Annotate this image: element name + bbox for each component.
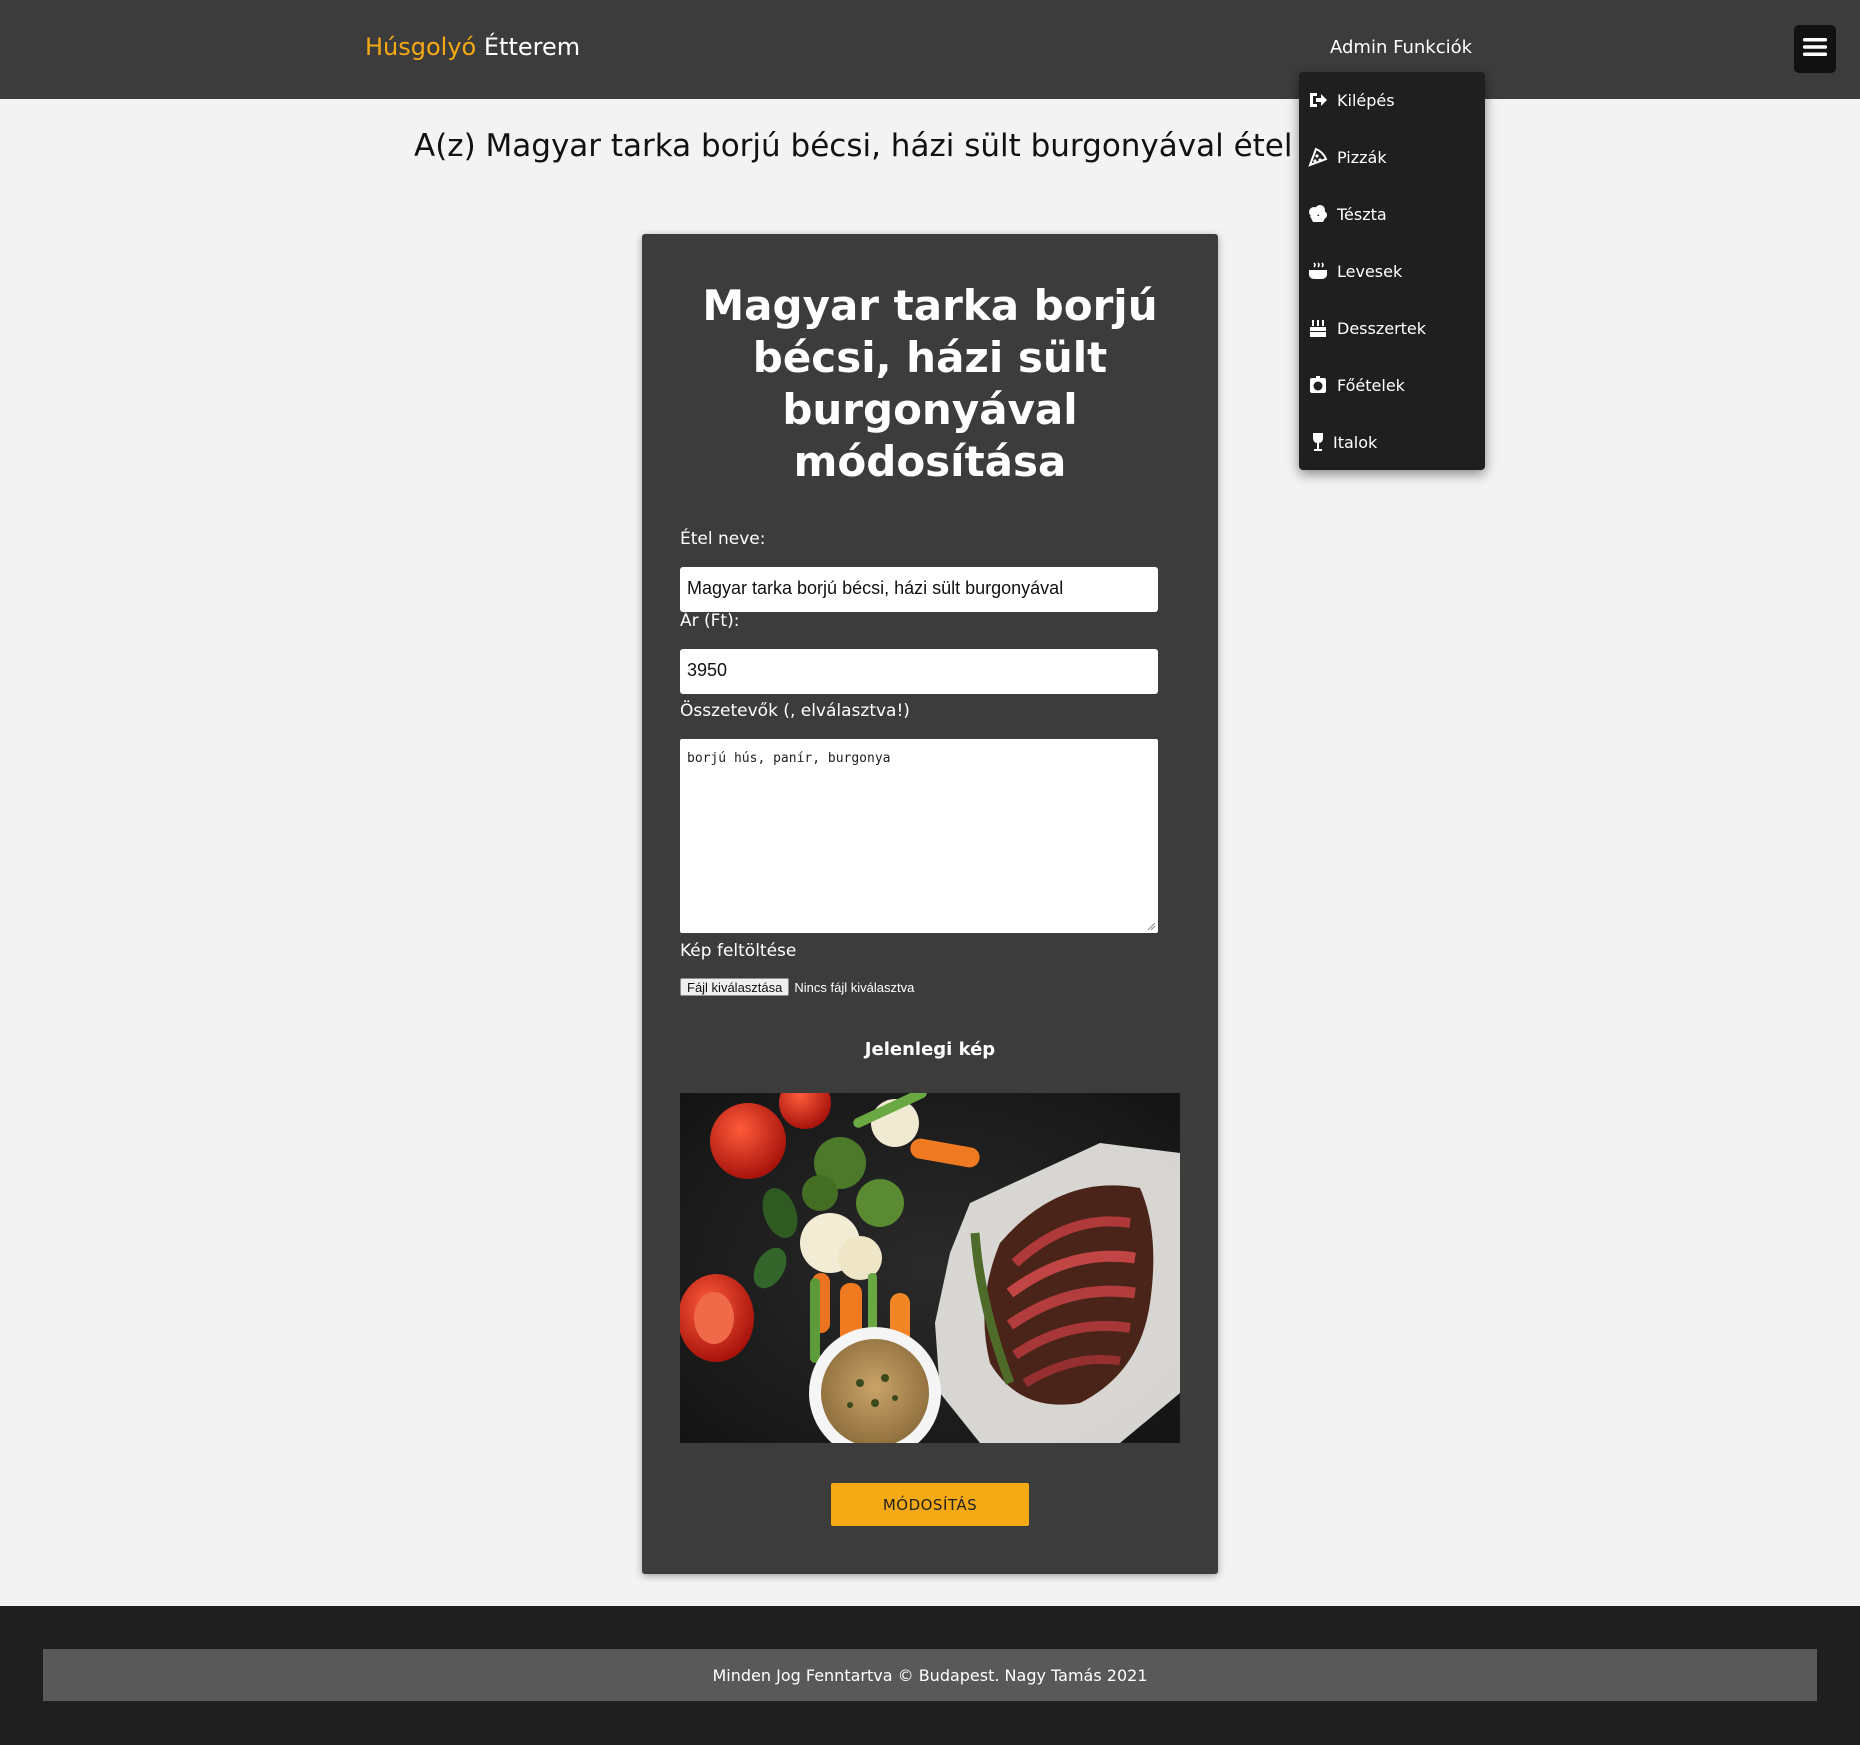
dropdown-item-label: Főételek xyxy=(1337,375,1405,395)
dropdown-item-soups[interactable]: Levesek xyxy=(1299,251,1485,291)
pasta-icon xyxy=(1307,203,1329,225)
brand-accent-text: Húsgolyó xyxy=(365,33,477,61)
dropdown-item-label: Levesek xyxy=(1337,261,1403,281)
resize-grip-icon[interactable] xyxy=(1146,921,1156,931)
dropdown-item-label: Pizzák xyxy=(1337,147,1387,167)
dropdown-item-desserts[interactable]: Desszertek xyxy=(1299,308,1485,348)
main-dish-icon xyxy=(1307,374,1329,396)
dropdown-item-pizzas[interactable]: Pizzák xyxy=(1299,137,1485,177)
dropdown-item-drinks[interactable]: Italok xyxy=(1299,422,1485,462)
modify-submit-button[interactable]: MÓDOSÍTÁS xyxy=(831,1483,1029,1526)
choose-file-button[interactable]: Fájl kiválasztása xyxy=(680,978,790,996)
form-title: Magyar tarka borjú bécsi, házi sült burg… xyxy=(702,281,1158,486)
file-status-text: Nincs fájl kiválasztva xyxy=(794,979,915,995)
hamburger-menu-icon xyxy=(1802,36,1828,62)
brand-rest-text: Étterem xyxy=(483,33,581,61)
admin-dropdown-menu: Kilépés Pizzák Tészta Levesek Desszertek… xyxy=(1299,72,1485,470)
dropdown-item-pasta[interactable]: Tészta xyxy=(1299,194,1485,234)
upload-label: Kép feltöltése xyxy=(680,941,797,961)
price-input[interactable]: 3950 xyxy=(680,649,1158,694)
hamburger-menu-button[interactable] xyxy=(1794,25,1836,73)
dropdown-item-main-dishes[interactable]: Főételek xyxy=(1299,365,1485,405)
logout-icon xyxy=(1307,89,1329,111)
footer-copyright: Minden Jog Fenntartva © Budapest. Nagy T… xyxy=(43,1649,1817,1701)
soup-icon xyxy=(1307,260,1329,282)
dropdown-item-label: Desszertek xyxy=(1337,318,1427,338)
ingredients-text: borjú hús, panír, burgonya xyxy=(687,751,891,766)
ingredients-label: Összetevők (, elválasztva!) xyxy=(680,701,910,721)
ingredients-textarea[interactable]: borjú hús, panír, burgonya xyxy=(680,739,1158,933)
dropdown-item-label: Kilépés xyxy=(1337,90,1395,110)
cake-icon xyxy=(1307,317,1329,339)
brand-logo[interactable]: Húsgolyó Étterem xyxy=(365,33,580,61)
file-input: Fájl kiválasztása Nincs fájl kiválasztva xyxy=(680,978,914,996)
price-label: Ár (Ft): xyxy=(680,611,740,631)
food-name-input[interactable]: Magyar tarka borjú bécsi, házi sült burg… xyxy=(680,567,1158,612)
top-navbar: Húsgolyó Étterem Admin Funkciók xyxy=(0,0,1860,99)
wine-glass-icon xyxy=(1307,431,1329,453)
page-heading: A(z) Magyar tarka borjú bécsi, házi sült… xyxy=(414,128,1299,164)
page-footer: Minden Jog Fenntartva © Budapest. Nagy T… xyxy=(0,1606,1860,1745)
edit-food-card: Magyar tarka borjú bécsi, házi sült burg… xyxy=(642,234,1218,1574)
current-food-image xyxy=(680,1093,1180,1443)
dropdown-item-label: Tészta xyxy=(1337,204,1387,224)
dropdown-item-label: Italok xyxy=(1333,432,1378,452)
food-name-label: Étel neve: xyxy=(680,529,766,549)
current-image-label: Jelenlegi kép xyxy=(864,1039,996,1060)
dropdown-item-logout[interactable]: Kilépés xyxy=(1299,80,1485,120)
admin-functions-link[interactable]: Admin Funkciók xyxy=(1330,37,1472,58)
pizza-icon xyxy=(1307,146,1329,168)
